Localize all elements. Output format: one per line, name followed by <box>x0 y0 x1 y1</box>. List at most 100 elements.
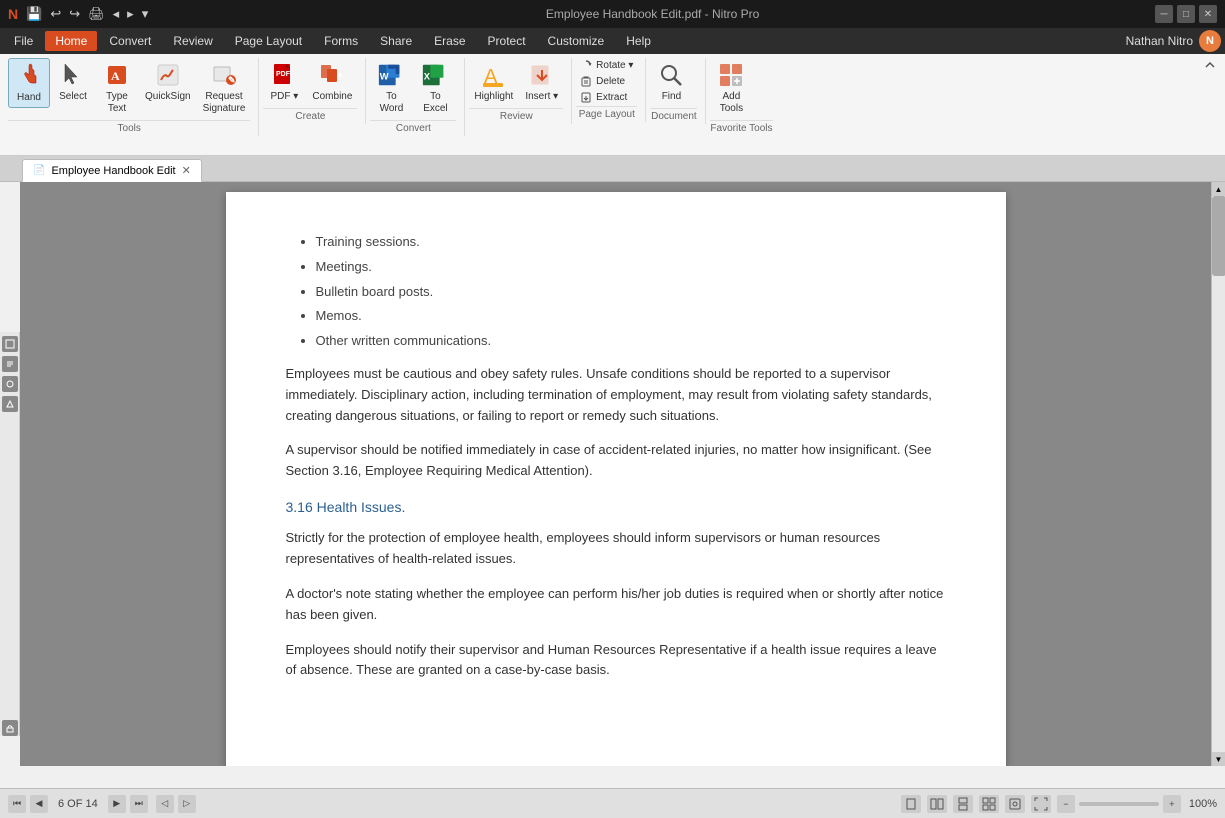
menu-forms[interactable]: Forms <box>314 31 368 51</box>
find-btn[interactable]: Find <box>650 58 692 106</box>
scroll-thumb[interactable] <box>1212 196 1225 276</box>
menu-erase[interactable]: Erase <box>424 31 475 51</box>
bullet-item-3: Bulletin board posts. <box>316 282 946 303</box>
ribbon-group-page-layout: Rotate ▾ Delete Extract <box>572 58 646 122</box>
ribbon-group-review: A Highlight Insert ▾ Review <box>465 58 572 124</box>
last-page-btn[interactable]: ⏭ <box>130 795 148 813</box>
pdf-btn[interactable]: PDF PDF ▾ <box>263 58 305 106</box>
tab-close-btn[interactable]: ✕ <box>182 164 191 177</box>
status-bar: ⏮ ◀ 6 OF 14 ▶ ⏭ ◁ ▷ − + 100% <box>0 788 1225 818</box>
scroll-up-btn[interactable]: ▲ <box>1212 182 1225 196</box>
panel-btn-1[interactable] <box>2 336 18 352</box>
redo-btn[interactable]: ↪ <box>67 5 82 23</box>
continuous-view-btn[interactable] <box>953 795 973 813</box>
extract-btn[interactable]: Extract <box>576 90 637 104</box>
minimize-btn[interactable]: ─ <box>1155 5 1173 23</box>
close-btn[interactable]: ✕ <box>1199 5 1217 23</box>
create-buttons: PDF PDF ▾ Combine <box>263 58 357 106</box>
single-page-view-btn[interactable] <box>901 795 921 813</box>
to-excel-label: ToExcel <box>423 91 447 115</box>
menu-protect[interactable]: Protect <box>478 31 536 51</box>
user-avatar[interactable]: N <box>1199 30 1221 52</box>
thumbnail-view-btn[interactable] <box>1005 795 1025 813</box>
type-text-label: TypeText <box>106 91 128 115</box>
menu-file[interactable]: File <box>4 31 43 51</box>
save-btn[interactable]: 💾 <box>24 5 44 23</box>
convert-group-label: Convert <box>370 120 456 134</box>
zoom-out-btn[interactable]: − <box>1057 795 1075 813</box>
svg-text:✎: ✎ <box>228 75 236 85</box>
menu-customize[interactable]: Customize <box>538 31 615 51</box>
panel-btn-2[interactable] <box>2 356 18 372</box>
tab-bar: 📄 Employee Handbook Edit ✕ <box>0 156 1225 182</box>
type-text-btn[interactable]: A TypeText <box>96 58 138 118</box>
to-word-btn[interactable]: W ToWord <box>370 58 412 118</box>
zoom-slider[interactable] <box>1079 802 1159 806</box>
panel-btn-lock[interactable] <box>2 720 18 736</box>
prev-view-btn[interactable]: ◁ <box>156 795 174 813</box>
two-page-view-btn[interactable] <box>927 795 947 813</box>
prev-page-btn[interactable]: ◀ <box>30 795 48 813</box>
content-area[interactable]: Training sessions. Meetings. Bulletin bo… <box>20 182 1211 766</box>
menu-share[interactable]: Share <box>370 31 422 51</box>
hand-tool-btn[interactable]: Hand <box>8 58 50 108</box>
undo-btn[interactable]: ↩ <box>48 5 63 23</box>
tab-label: Employee Handbook Edit <box>51 165 175 177</box>
insert-btn[interactable]: Insert ▾ <box>520 58 563 106</box>
status-right: − + 100% <box>901 795 1217 813</box>
first-page-btn[interactable]: ⏮ <box>8 795 26 813</box>
combine-btn[interactable]: Combine <box>307 58 357 106</box>
select-tool-btn[interactable]: Select <box>52 58 94 106</box>
menu-page-layout[interactable]: Page Layout <box>225 31 312 51</box>
bullet-item-4: Memos. <box>316 306 946 327</box>
fullscreen-btn[interactable] <box>1031 795 1051 813</box>
next-view-btn[interactable]: ▷ <box>178 795 196 813</box>
add-tools-icon <box>717 61 745 89</box>
quicksign-icon <box>154 61 182 89</box>
excel-icon: X <box>421 61 449 89</box>
quicksign-btn[interactable]: QuickSign <box>140 58 196 106</box>
scroll-down-btn[interactable]: ▼ <box>1212 752 1225 766</box>
left-panel <box>0 332 20 736</box>
paragraph-5: Employees should notify their supervisor… <box>286 640 946 682</box>
request-signature-btn[interactable]: ✎ RequestSignature <box>198 58 251 118</box>
pdf-icon: PDF <box>270 61 298 89</box>
more-btn[interactable]: ▾ <box>140 5 151 23</box>
rotate-btn[interactable]: Rotate ▾ <box>576 58 637 72</box>
panel-btn-3[interactable] <box>2 376 18 392</box>
favorite-tools-group-label: Favorite Tools <box>710 120 772 134</box>
document-group-label: Document <box>650 108 697 122</box>
zoom-in-btn[interactable]: + <box>1163 795 1181 813</box>
panel-btn-4[interactable] <box>2 396 18 412</box>
hand-icon <box>15 62 43 90</box>
menu-home[interactable]: Home <box>45 31 97 51</box>
forward-btn[interactable]: ▸ <box>125 5 136 23</box>
request-signature-label: RequestSignature <box>203 91 246 115</box>
tab-employee-handbook[interactable]: 📄 Employee Handbook Edit ✕ <box>22 159 202 182</box>
next-page-btn[interactable]: ▶ <box>108 795 126 813</box>
section-title: 3.16 Health Issues. <box>286 496 946 518</box>
ribbon-group-tools: Hand Select A TypeText <box>4 58 259 136</box>
menu-convert[interactable]: Convert <box>99 31 161 51</box>
find-icon <box>657 61 685 89</box>
spread-view-btn[interactable] <box>979 795 999 813</box>
ribbon-collapse[interactable] <box>1203 58 1221 72</box>
zoom-level: 100% <box>1189 798 1217 810</box>
add-tools-btn[interactable]: AddTools <box>710 58 752 118</box>
menu-review[interactable]: Review <box>163 31 222 51</box>
highlight-label: Highlight <box>474 91 513 103</box>
scroll-track[interactable] <box>1212 196 1225 752</box>
print-btn[interactable]: 🖨 <box>86 5 107 23</box>
highlight-btn[interactable]: A Highlight <box>469 58 518 106</box>
to-excel-btn[interactable]: X ToExcel <box>414 58 456 118</box>
right-scrollbar[interactable]: ▲ ▼ <box>1211 182 1225 766</box>
paragraph-3: Strictly for the protection of employee … <box>286 528 946 570</box>
menu-help[interactable]: Help <box>616 31 661 51</box>
title-bar: N 💾 ↩ ↪ 🖨 ◂ ▸ ▾ Employee Handbook Edit.p… <box>0 0 1225 28</box>
maximize-btn[interactable]: □ <box>1177 5 1195 23</box>
back-btn[interactable]: ◂ <box>111 5 122 23</box>
delete-btn[interactable]: Delete <box>576 74 637 88</box>
menu-bar: File Home Convert Review Page Layout For… <box>0 28 1225 54</box>
zoom-area: − + 100% <box>1057 795 1217 813</box>
pdf-page: Training sessions. Meetings. Bulletin bo… <box>226 192 1006 766</box>
